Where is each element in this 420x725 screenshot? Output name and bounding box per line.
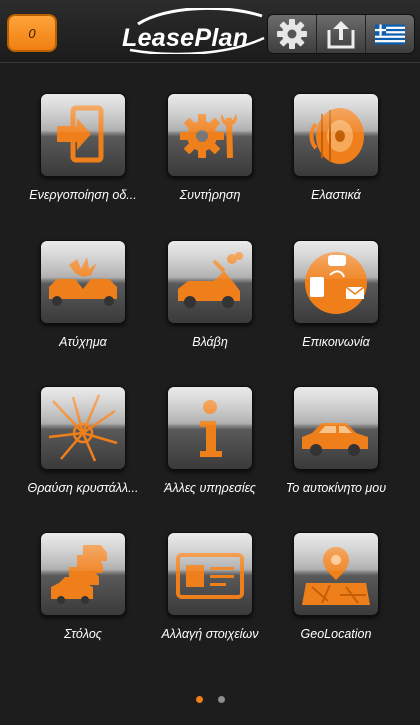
menu-item-breakdown[interactable]: Βλάβη bbox=[140, 240, 280, 349]
sign-in-door-icon bbox=[57, 105, 104, 163]
menu-label: Βλάβη bbox=[192, 335, 228, 349]
menu-tile[interactable] bbox=[293, 386, 379, 470]
menu-label: Θραύση κρυστάλλ... bbox=[27, 481, 139, 495]
car-crash-icon bbox=[49, 257, 117, 306]
menu-label: Ελαστικά bbox=[311, 188, 361, 202]
menu-label: Άλλες υπηρεσίες bbox=[164, 481, 256, 495]
menu-item-tires[interactable]: Ελαστικά bbox=[266, 93, 406, 202]
info-icon bbox=[200, 400, 222, 457]
menu-label: Συντήρηση bbox=[179, 188, 241, 202]
menu-tile[interactable] bbox=[293, 532, 379, 616]
header-toolbar bbox=[267, 14, 415, 54]
share-button[interactable] bbox=[316, 15, 365, 53]
page-dot-2[interactable] bbox=[217, 696, 225, 703]
leaseplan-logo: LeasePlan bbox=[118, 8, 268, 54]
menu-tile[interactable] bbox=[40, 532, 126, 616]
menu-label: Ατύχημα bbox=[59, 335, 107, 349]
menu-tile[interactable] bbox=[167, 240, 253, 324]
menu-tile[interactable] bbox=[293, 93, 379, 177]
menu-tile[interactable] bbox=[40, 386, 126, 470]
menu-tile[interactable] bbox=[167, 93, 253, 177]
menu-item-geolocation[interactable]: GeoLocation bbox=[266, 532, 406, 641]
menu-item-other-services[interactable]: Άλλες υπηρεσίες bbox=[140, 386, 280, 495]
menu-item-change-details[interactable]: Αλλαγή στοιχείων bbox=[140, 532, 280, 641]
menu-tile[interactable] bbox=[40, 93, 126, 177]
menu-label: Το αυτοκίνητο μου bbox=[285, 481, 387, 495]
menu-item-contact[interactable]: Επικοινωνία bbox=[266, 240, 406, 349]
greek-flag-icon bbox=[375, 24, 405, 44]
app-header: 0 LeasePlan bbox=[0, 0, 420, 63]
language-button[interactable] bbox=[365, 15, 414, 53]
fleet-icon bbox=[51, 545, 107, 604]
menu-label: Αλλαγή στοιχείων bbox=[161, 627, 259, 641]
tire-icon bbox=[309, 108, 364, 164]
share-upload-icon bbox=[327, 21, 355, 49]
menu-tile[interactable] bbox=[40, 240, 126, 324]
contact-icon bbox=[305, 252, 367, 314]
menu-item-glass-breakage[interactable]: Θραύση κρυστάλλ... bbox=[13, 386, 153, 495]
broken-glass-icon bbox=[48, 394, 118, 462]
page-dot-1[interactable] bbox=[195, 696, 203, 703]
menu-item-accident[interactable]: Ατύχημα bbox=[13, 240, 153, 349]
car-breakdown-icon bbox=[178, 252, 243, 308]
id-card-icon bbox=[176, 553, 244, 599]
gear-icon bbox=[277, 19, 307, 49]
menu-label: Στόλος bbox=[64, 627, 102, 641]
menu-tile[interactable] bbox=[167, 386, 253, 470]
menu-item-driver-activation[interactable]: Ενεργοποίηση οδ... bbox=[13, 93, 153, 202]
logo-text: LeasePlan bbox=[122, 24, 249, 52]
menu-tile[interactable] bbox=[167, 532, 253, 616]
menu-item-maintenance[interactable]: Συντήρηση bbox=[140, 93, 280, 202]
settings-button[interactable] bbox=[268, 15, 316, 53]
menu-label: GeoLocation bbox=[300, 627, 372, 641]
menu-label: Ενεργοποίηση οδ... bbox=[29, 188, 137, 202]
menu-tile[interactable] bbox=[293, 240, 379, 324]
menu-item-my-car[interactable]: Το αυτοκίνητο μου bbox=[266, 386, 406, 495]
map-pin-icon bbox=[302, 547, 370, 605]
menu-item-fleet[interactable]: Στόλος bbox=[13, 532, 153, 641]
notification-counter[interactable]: 0 bbox=[7, 14, 57, 52]
page-indicator bbox=[0, 696, 420, 706]
car-icon bbox=[302, 423, 368, 456]
menu-label: Επικοινωνία bbox=[302, 335, 370, 349]
gear-wrench-icon bbox=[180, 114, 237, 159]
